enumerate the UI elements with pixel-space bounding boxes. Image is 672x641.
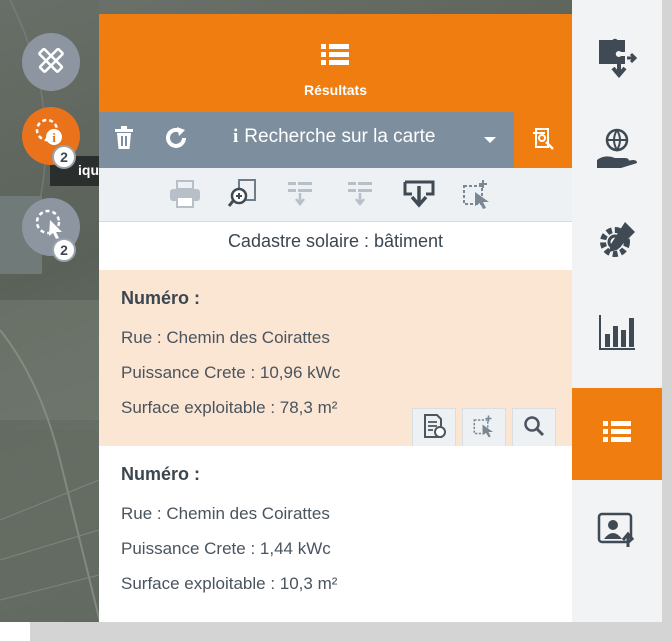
trash-icon — [113, 125, 135, 155]
sidebar-item-tools[interactable] — [572, 196, 662, 288]
clear-results-button[interactable] — [109, 112, 139, 168]
results-panel: Résultats i Recherche sur la carte Cadas… — [99, 14, 572, 622]
search-bar: i Recherche sur la carte — [99, 112, 572, 168]
list-icon — [597, 417, 637, 452]
search-mode-value: Recherche sur la carte — [244, 126, 436, 147]
search-mode-label: i Recherche sur la carte — [233, 126, 513, 148]
export-selection-button[interactable] — [282, 178, 318, 214]
result-item[interactable]: Numéro : Rue : Chemin des Coirattes Puis… — [99, 446, 572, 622]
bar-chart-icon — [597, 312, 637, 357]
zoom-to-results-button[interactable] — [225, 178, 261, 214]
add-selection-button[interactable] — [459, 178, 495, 214]
search-mode-select[interactable]: i Recherche sur la carte — [219, 112, 509, 168]
select-add-icon — [472, 414, 496, 443]
sidebar-item-account[interactable] — [572, 486, 662, 578]
document-view-icon — [421, 413, 447, 444]
right-sidebar — [572, 0, 662, 622]
result-power: Puissance Crete : 10,96 kWc — [121, 363, 341, 382]
export-layer-button[interactable] — [514, 112, 572, 168]
puzzle-icon — [595, 34, 639, 83]
result-surface: Surface exploitable : 10,3 m² — [121, 574, 338, 593]
svg-text:i: i — [52, 130, 56, 145]
result-title: Numéro : — [121, 464, 201, 484]
info-glyph-icon: i — [233, 126, 239, 147]
download-icon — [402, 178, 436, 215]
chevron-down-icon — [484, 137, 496, 143]
layer-title: Cadastre solaire : bâtiment — [227, 231, 444, 251]
ruler-pencil-icon — [34, 43, 68, 82]
gear-pencil-icon — [595, 218, 639, 267]
measure-tool-button[interactable] — [22, 33, 80, 91]
app-root: iqu i 2 2 Résultats i Recherche sur la c… — [0, 0, 672, 641]
export-list-icon — [285, 179, 315, 214]
download-button[interactable] — [401, 178, 437, 214]
select-tool-button[interactable]: 2 — [22, 198, 80, 262]
info-tool-button[interactable]: i 2 — [22, 107, 80, 169]
layer-edit-icon — [530, 125, 556, 156]
select-add-icon — [461, 178, 493, 215]
search-icon — [523, 415, 545, 442]
export-list-icon — [345, 179, 375, 214]
result-title: Numéro : — [121, 288, 201, 308]
sidebar-item-services[interactable] — [572, 104, 662, 196]
refresh-button[interactable] — [161, 112, 191, 168]
results-panel-header: Résultats — [99, 14, 572, 112]
page-shadow-right — [662, 0, 672, 641]
sidebar-item-catalog[interactable] — [572, 12, 662, 104]
info-tool-count-badge: 2 — [52, 145, 76, 169]
result-select-button[interactable] — [462, 408, 506, 448]
page-shadow-bottom — [30, 622, 672, 641]
result-street: Rue : Chemin des Coirattes — [121, 328, 330, 347]
export-all-button[interactable] — [342, 178, 378, 214]
globe-hand-icon — [593, 126, 641, 175]
print-button[interactable] — [167, 178, 203, 214]
result-item[interactable]: Numéro : Rue : Chemin des Coirattes Puis… — [99, 270, 572, 448]
result-power: Puissance Crete : 1,44 kWc — [121, 539, 331, 558]
result-zoom-button[interactable] — [512, 408, 556, 448]
list-icon — [315, 40, 355, 70]
print-icon — [168, 179, 202, 214]
select-tool-count-badge: 2 — [52, 238, 76, 262]
result-details-button[interactable] — [412, 408, 456, 448]
result-surface: Surface exploitable : 78,3 m² — [121, 398, 338, 417]
results-toolbar — [99, 168, 572, 222]
sidebar-item-results[interactable] — [572, 388, 662, 480]
result-street: Rue : Chemin des Coirattes — [121, 504, 330, 523]
refresh-icon — [164, 126, 188, 155]
zoom-in-document-icon — [227, 178, 259, 215]
sidebar-item-statistics[interactable] — [572, 288, 662, 380]
user-upload-icon — [596, 511, 638, 554]
results-panel-title: Résultats — [303, 82, 368, 98]
